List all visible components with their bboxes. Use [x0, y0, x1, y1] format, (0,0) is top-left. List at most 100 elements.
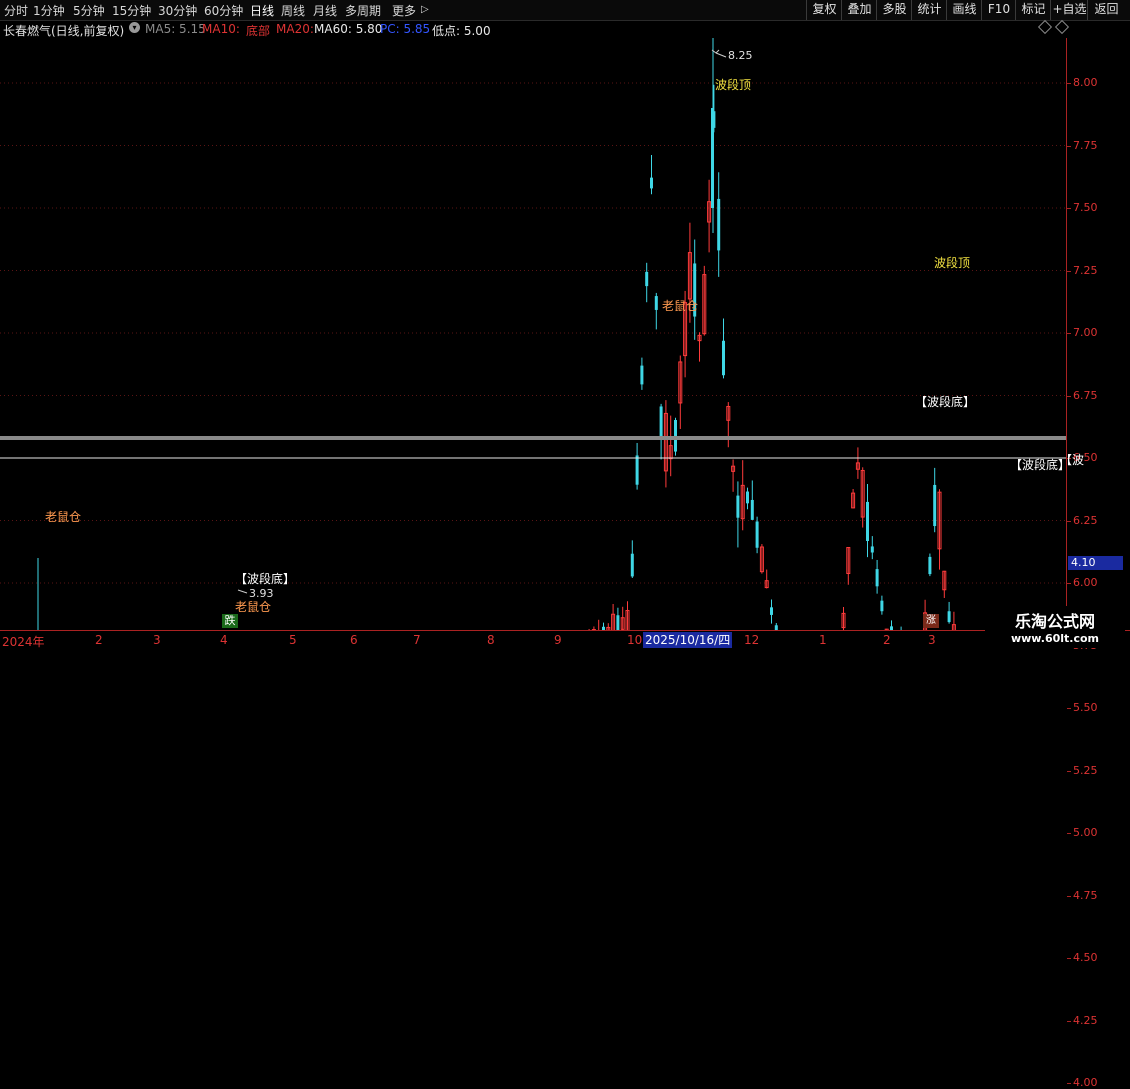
ma10-value: MA10: — [202, 22, 240, 36]
back-button[interactable]: 返回 — [1087, 0, 1125, 20]
month-tick-label: 10 — [627, 633, 642, 647]
month-tick-label: 8 — [487, 633, 495, 647]
candle-body — [871, 546, 874, 552]
tab-monthly[interactable]: 月线 — [313, 2, 337, 19]
overlay-button[interactable]: 叠加 — [841, 0, 877, 20]
draw-line-button[interactable]: 画线 — [946, 0, 982, 20]
ma20-value: MA20: — [276, 22, 314, 36]
candle-body — [866, 502, 869, 541]
dropdown-chevron-icon[interactable]: ▾ — [129, 22, 140, 33]
price-tick-label: 7.75 — [1073, 139, 1098, 152]
price-tick-label: 4.25 — [1073, 1014, 1098, 1027]
candle-body — [880, 601, 883, 612]
wave-bottom-label: 【波段底】 — [915, 394, 975, 409]
period-toolbar: 分时 1分钟 5分钟 15分钟 30分钟 60分钟 日线 周线 月线 多周期 更… — [0, 0, 1130, 21]
wave-bottom-label: 【波段底】 — [1010, 457, 1066, 472]
candle-body — [736, 496, 739, 518]
month-tick-label: 4 — [220, 633, 228, 647]
candle-body — [933, 485, 936, 526]
month-tick-label: 2 — [883, 633, 891, 647]
adjust-button[interactable]: 复权 — [806, 0, 842, 20]
price-tick-label: 5.25 — [1073, 764, 1098, 777]
wave-top-label: 波段顶 — [715, 77, 751, 92]
peak-price-label: 8.25 — [728, 49, 753, 62]
price-tick-label: 8.00 — [1073, 76, 1098, 89]
candlestick-chart[interactable]: 8.25波段顶波段顶【波段底】【波段底】【波段底】3.93老鼠仓老鼠仓老鼠仓 — [0, 38, 1066, 630]
candle-body — [655, 296, 658, 310]
candle-body — [746, 492, 749, 504]
mouse-warehouse-label: 老鼠仓 — [235, 600, 271, 614]
tab-multi-period[interactable]: 多周期 — [345, 2, 381, 19]
current-price-label: 4.10 — [1068, 556, 1123, 570]
candle-body — [876, 569, 879, 586]
pc-value: PC: 5.85 — [380, 22, 430, 36]
candle-body — [640, 366, 643, 385]
brand-watermark: 乐淘公式网 www.60lt.com — [985, 606, 1125, 648]
bottom-price-label: 3.93 — [249, 587, 274, 600]
month-tick-label: 7 — [413, 633, 421, 647]
f10-button[interactable]: F10 — [981, 0, 1016, 20]
candle-body — [756, 521, 759, 547]
month-tick-label: 2024年 — [2, 633, 45, 650]
indicator-info-bar: 长春燃气(日线,前复权) ▾ MA5: 5.15 MA10: 底部 MA20: … — [0, 20, 1130, 38]
tab-daily[interactable]: 日线 — [250, 2, 274, 19]
tab-more[interactable]: 更多 — [392, 2, 416, 19]
multi-stock-button[interactable]: 多股 — [876, 0, 912, 20]
price-tick-label: 4.50 — [1073, 951, 1098, 964]
price-axis: 8.007.757.507.257.006.756.506.256.005.75… — [1066, 38, 1130, 630]
price-tick-label: 6.00 — [1073, 576, 1098, 589]
price-tick-label: 5.00 — [1073, 826, 1098, 839]
tab-weekly[interactable]: 周线 — [281, 2, 305, 19]
price-tick-label: 7.50 — [1073, 201, 1098, 214]
candle-body — [645, 272, 648, 286]
more-arrow-icon[interactable]: ▷ — [421, 4, 429, 15]
candle-body — [722, 341, 725, 375]
price-tick-label: 6.75 — [1073, 389, 1098, 402]
candle-body — [717, 199, 720, 250]
peak-arrow-icon — [712, 50, 726, 57]
month-tick-label: 2 — [95, 633, 103, 647]
tab-15min[interactable]: 15分钟 — [112, 2, 151, 19]
candle-body — [650, 178, 653, 189]
month-tick-label: 1 — [819, 633, 827, 647]
candle-body — [636, 455, 639, 484]
month-tick-label: 9 — [554, 633, 562, 647]
bottom-signal-tag: 底部 — [246, 22, 270, 39]
brand-url: www.60lt.com — [985, 632, 1125, 645]
current-date-label: 2025/10/16/四 — [643, 632, 732, 648]
wave-bottom-label: 【波段底】 — [235, 571, 295, 586]
mouse-warehouse-label: 老鼠仓 — [45, 510, 81, 524]
price-tick-label: 7.25 — [1073, 264, 1098, 277]
wave-top-label: 波段顶 — [934, 255, 970, 270]
month-tick-label: 5 — [289, 633, 297, 647]
candle-body — [616, 615, 619, 630]
bottom-arrow-icon — [238, 590, 247, 593]
price-tick-label: 5.50 — [1073, 701, 1098, 714]
wave-bottom-label-clipped: 【波 — [1060, 451, 1084, 468]
tab-intraday[interactable]: 分时 — [4, 2, 28, 19]
candle-body — [660, 406, 663, 439]
tab-30min[interactable]: 30分钟 — [158, 2, 197, 19]
ma5-value: MA5: 5.15 — [145, 22, 206, 36]
ma60-value: MA60: 5.80 — [314, 22, 382, 36]
tab-60min[interactable]: 60分钟 — [204, 2, 243, 19]
month-tick-label: 12 — [744, 633, 759, 647]
candle-body — [751, 500, 754, 520]
candle-body — [770, 607, 773, 615]
candle-body — [711, 108, 714, 208]
price-tick-label: 7.00 — [1073, 326, 1098, 339]
rise-rank-badge: 涨榜 — [923, 614, 939, 628]
low-value: 低点: 5.00 — [432, 22, 491, 39]
brand-name: 乐淘公式网 — [985, 608, 1125, 632]
price-tick-label: 4.00 — [1073, 1076, 1098, 1089]
mark-button[interactable]: 标记 — [1015, 0, 1051, 20]
price-tick-label: 4.75 — [1073, 889, 1098, 902]
fall-badge: 跌 — [222, 614, 238, 628]
price-tick-label: 6.25 — [1073, 514, 1098, 527]
candle-body — [928, 557, 931, 574]
tab-5min[interactable]: 5分钟 — [73, 2, 105, 19]
add-watchlist-button[interactable]: +自选 — [1050, 0, 1088, 20]
statistics-button[interactable]: 统计 — [911, 0, 947, 20]
candle-body — [631, 554, 634, 577]
tab-1min[interactable]: 1分钟 — [33, 2, 65, 19]
